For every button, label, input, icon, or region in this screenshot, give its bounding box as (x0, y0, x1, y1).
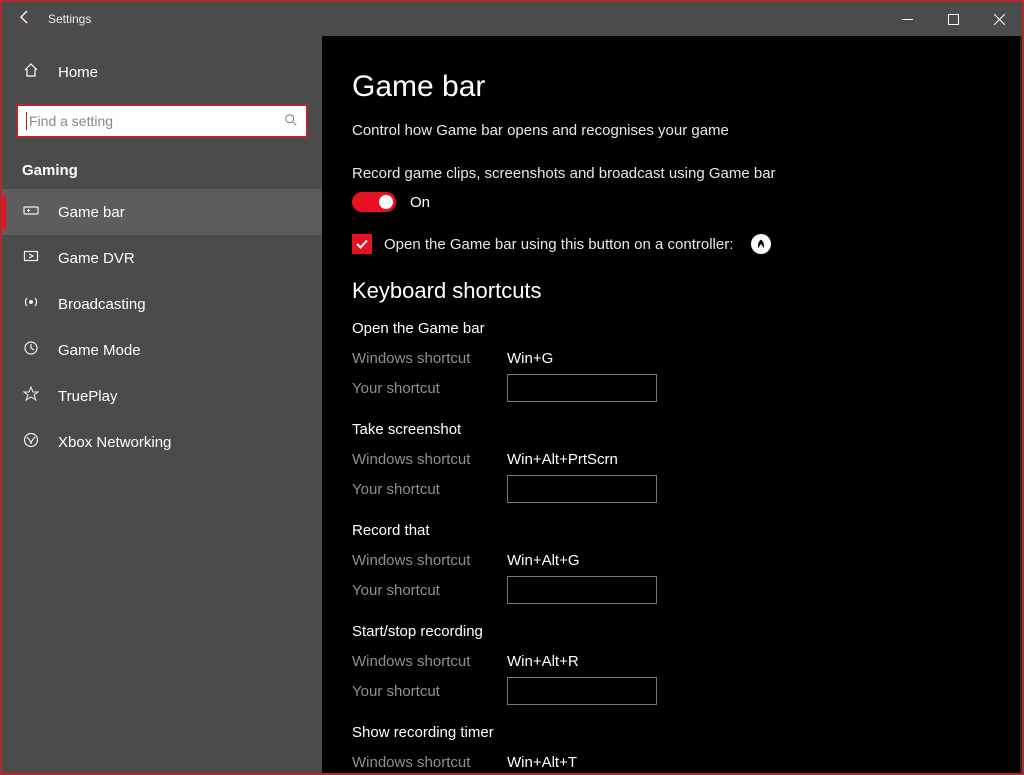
toggle-label: Record game clips, screenshots and broad… (352, 165, 992, 182)
shortcut-name: Open the Game bar (352, 320, 992, 337)
shortcut-name: Record that (352, 522, 992, 539)
toggle-state: On (410, 194, 430, 211)
window-title: Settings (48, 12, 91, 26)
your-shortcut-input[interactable] (507, 677, 657, 705)
shortcut-group: Record that Windows shortcutWin+Alt+GYour… (352, 522, 992, 605)
sidebar-item-label: Xbox Networking (58, 434, 171, 451)
search-input[interactable] (29, 113, 284, 129)
sidebar-item-game-mode[interactable]: Game Mode (2, 327, 322, 373)
windows-shortcut-label: Windows shortcut (352, 451, 507, 468)
sidebar-item-label: Broadcasting (58, 296, 146, 313)
your-shortcut-input[interactable] (507, 576, 657, 604)
main-panel: Game bar Control how Game bar opens and … (322, 36, 1022, 773)
windows-shortcut-value: Win+Alt+PrtScrn (507, 451, 618, 468)
sidebar-item-game-dvr[interactable]: Game DVR (2, 235, 322, 281)
shortcut-group: Start/stop recording Windows shortcutWin+… (352, 623, 992, 706)
sidebar-item-trueplay[interactable]: TruePlay (2, 373, 322, 419)
shortcut-name: Take screenshot (352, 421, 992, 438)
windows-shortcut-label: Windows shortcut (352, 754, 507, 771)
nav-home-label: Home (58, 64, 98, 81)
gamemode-icon (22, 340, 40, 360)
sidebar-item-label: Game bar (58, 204, 125, 221)
shortcuts-heading: Keyboard shortcuts (352, 278, 992, 304)
your-shortcut-label: Your shortcut (352, 481, 507, 498)
windows-shortcut-label: Windows shortcut (352, 350, 507, 367)
windows-shortcut-value: Win+G (507, 350, 553, 367)
sidebar-item-xbox-networking[interactable]: Xbox Networking (2, 419, 322, 465)
sidebar-item-label: Game Mode (58, 342, 141, 359)
titlebar: Settings (2, 2, 1022, 36)
controller-checkbox[interactable] (352, 234, 372, 254)
home-icon (22, 62, 40, 82)
minimize-button[interactable] (884, 2, 930, 36)
shortcut-group: Open the Game bar Windows shortcutWin+GYo… (352, 320, 992, 403)
windows-shortcut-label: Windows shortcut (352, 653, 507, 670)
your-shortcut-input[interactable] (507, 374, 657, 402)
shortcut-name: Start/stop recording (352, 623, 992, 640)
sidebar-item-broadcasting[interactable]: Broadcasting (2, 281, 322, 327)
sidebar-item-game-bar[interactable]: Game bar (2, 189, 322, 235)
gamebar-icon (22, 202, 40, 222)
sidebar: Home Gaming Game bar Game DVR Broadcasting… (2, 36, 322, 773)
page-title: Game bar (352, 70, 992, 104)
search-box[interactable] (16, 104, 308, 138)
controller-checkbox-label: Open the Game bar using this button on a… (384, 236, 733, 253)
search-icon (284, 113, 298, 130)
shortcut-group: Take screenshot Windows shortcutWin+Alt+P… (352, 421, 992, 504)
shortcut-name: Show recording timer (352, 724, 992, 741)
sidebar-group-title: Gaming (2, 144, 322, 189)
close-button[interactable] (976, 2, 1022, 36)
your-shortcut-label: Your shortcut (352, 582, 507, 599)
page-description: Control how Game bar opens and recognise… (352, 122, 992, 139)
your-shortcut-label: Your shortcut (352, 683, 507, 700)
gamebar-toggle[interactable] (352, 192, 396, 212)
back-button[interactable] (2, 9, 48, 30)
dvr-icon (22, 248, 40, 268)
windows-shortcut-label: Windows shortcut (352, 552, 507, 569)
broadcast-icon (22, 294, 40, 314)
windows-shortcut-value: Win+Alt+R (507, 653, 579, 670)
scrollbar[interactable] (1020, 36, 1022, 773)
nav-home[interactable]: Home (2, 50, 322, 94)
shortcut-group: Show recording timer Windows shortcutWin+… (352, 724, 992, 773)
sidebar-item-label: Game DVR (58, 250, 135, 267)
your-shortcut-label: Your shortcut (352, 380, 507, 397)
xbox-guide-icon (751, 234, 771, 254)
sidebar-item-label: TruePlay (58, 388, 117, 405)
your-shortcut-input[interactable] (507, 475, 657, 503)
windows-shortcut-value: Win+Alt+T (507, 754, 577, 771)
windows-shortcut-value: Win+Alt+G (507, 552, 580, 569)
maximize-button[interactable] (930, 2, 976, 36)
trueplay-icon (22, 386, 40, 406)
xbox-icon (22, 432, 40, 452)
